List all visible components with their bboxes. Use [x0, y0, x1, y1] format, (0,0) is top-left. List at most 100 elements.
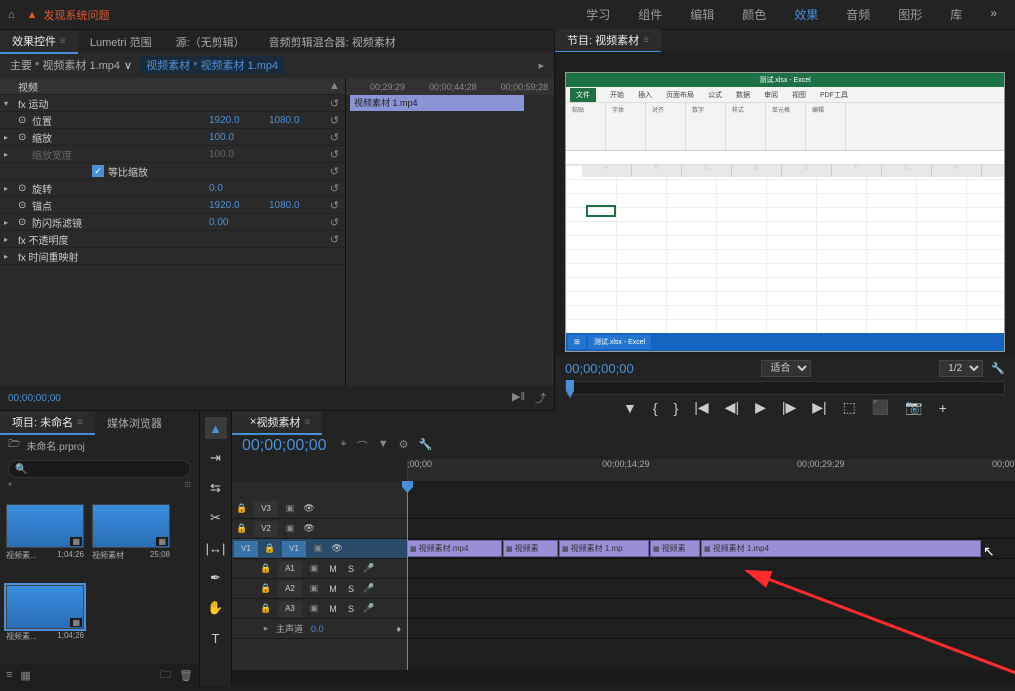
- lock-icon[interactable]: 🔒: [232, 503, 252, 514]
- fx-motion[interactable]: fx 运动: [18, 96, 329, 111]
- track-a2[interactable]: A2: [278, 581, 302, 597]
- anchor-y[interactable]: 1080.0: [269, 200, 329, 211]
- next-icon[interactable]: ▶|: [812, 399, 826, 416]
- zoom-select[interactable]: 1/2: [939, 360, 983, 377]
- reset-icon[interactable]: ↺: [329, 131, 345, 144]
- timeline-clip[interactable]: ▦视频素材.mp4: [407, 540, 502, 557]
- anchor-x[interactable]: 1920.0: [209, 200, 269, 211]
- marker-icon[interactable]: ▼: [378, 438, 389, 454]
- stopwatch-icon[interactable]: ⊙: [18, 183, 32, 194]
- timeline-tracks[interactable]: ▦视频素材.mp4 ▦视频素 ▦视频素材 1.mp ▦视频素 ▦视频素材 1.m…: [407, 481, 1015, 670]
- fit-select[interactable]: 适合: [761, 360, 811, 377]
- extract-icon[interactable]: ⬛: [872, 399, 889, 416]
- section-toggle-icon[interactable]: ▲: [329, 80, 345, 92]
- workspace-tab-edit[interactable]: 编辑: [690, 6, 714, 23]
- workspace-tab-libraries[interactable]: 库: [950, 6, 962, 23]
- type-tool-icon[interactable]: T: [205, 627, 227, 649]
- track-v1-source[interactable]: V1: [234, 541, 258, 557]
- snap-icon[interactable]: ⌖: [341, 438, 347, 454]
- mic-icon[interactable]: 🎤: [360, 603, 378, 614]
- position-x[interactable]: 1920.0: [209, 115, 269, 126]
- project-item[interactable]: ▦ 视频素...1;04;26: [6, 585, 84, 658]
- lock-icon[interactable]: 🔒: [232, 523, 252, 534]
- mic-icon[interactable]: 🎤: [360, 563, 378, 574]
- effect-timecode[interactable]: 00;00;00;00: [8, 393, 61, 404]
- link-icon[interactable]: ⌒: [357, 438, 368, 454]
- effect-clip-bar[interactable]: 视频素材 1.mp4: [350, 95, 524, 111]
- timeline-clip[interactable]: ▦视频素材 1.mp4: [701, 540, 981, 557]
- stopwatch-icon[interactable]: ⊙: [18, 132, 32, 143]
- step-fwd-icon[interactable]: |▶: [782, 399, 796, 416]
- fx-opacity[interactable]: fx 不透明度: [18, 232, 329, 247]
- fx-timeremap[interactable]: fx 时间重映射: [18, 249, 345, 264]
- tab-audio-mixer[interactable]: 音频剪辑混合器: 视频素材: [257, 30, 408, 54]
- ripple-tool-icon[interactable]: ⇆: [205, 477, 227, 499]
- program-scrubber[interactable]: [565, 381, 1005, 395]
- antiflicker-val[interactable]: 0.00: [209, 217, 269, 228]
- slip-tool-icon[interactable]: |↔|: [205, 537, 227, 559]
- tab-media-browser[interactable]: 媒体浏览器: [95, 411, 174, 435]
- timeline-playhead[interactable]: [407, 481, 408, 670]
- out-icon[interactable]: }: [674, 400, 679, 416]
- toggle-output-icon[interactable]: ▣: [280, 503, 300, 514]
- play-icon[interactable]: ▶: [755, 399, 766, 416]
- uniform-scale-checkbox[interactable]: ✓: [92, 165, 104, 177]
- settings-icon[interactable]: +: [939, 400, 947, 416]
- selection-tool-icon[interactable]: ▲: [205, 417, 227, 439]
- track-v3[interactable]: V3: [254, 501, 278, 517]
- tab-sequence[interactable]: 视频素材: [256, 414, 300, 430]
- program-timecode[interactable]: 00;00;00;00: [565, 361, 634, 376]
- timeline-ruler[interactable]: ;00;00 00;00;14;29 00;00;29;29 00;00;44;…: [407, 459, 1015, 481]
- eye-icon[interactable]: 👁: [300, 503, 318, 514]
- toggle-output-icon[interactable]: ▣: [308, 543, 328, 554]
- project-item[interactable]: ▦ 视频素...1;04;26: [6, 504, 84, 577]
- track-select-tool-icon[interactable]: ⇥: [205, 447, 227, 469]
- export-icon[interactable]: ⤴: [535, 390, 546, 406]
- timeline-scrollbar[interactable]: [232, 670, 1015, 686]
- pen-tool-icon[interactable]: ✒: [205, 567, 227, 589]
- stopwatch-icon[interactable]: ⊙: [18, 217, 32, 228]
- rotation-val[interactable]: 0.0: [209, 183, 269, 194]
- track-a1[interactable]: A1: [278, 561, 302, 577]
- prev-icon[interactable]: |◀: [694, 399, 708, 416]
- workspace-tab-audio[interactable]: 音频: [846, 6, 870, 23]
- delete-icon[interactable]: 🗑: [179, 669, 193, 682]
- mic-icon[interactable]: 🎤: [360, 583, 378, 594]
- reset-icon[interactable]: ↺: [329, 97, 345, 110]
- effect-timeline[interactable]: 00;29;29 00;00;44;28 00;00;59;28 视频素材 1.…: [345, 78, 554, 386]
- reset-icon[interactable]: ↺: [329, 182, 345, 195]
- wrench-icon[interactable]: 🔧: [991, 362, 1005, 375]
- new-bin-icon[interactable]: 🗀: [160, 666, 171, 685]
- track-v1[interactable]: V1: [282, 541, 306, 557]
- tab-program[interactable]: 节目: 视频素材: [555, 29, 661, 53]
- lock-icon[interactable]: 🔒: [256, 563, 276, 574]
- lift-icon[interactable]: ⬚: [843, 399, 856, 416]
- in-icon[interactable]: {: [653, 400, 658, 416]
- step-back-icon[interactable]: ◀|: [725, 399, 739, 416]
- tab-effect-controls[interactable]: 效果控件: [0, 30, 78, 54]
- workspace-tab-graphics[interactable]: 图形: [898, 6, 922, 23]
- icon-view-icon[interactable]: ▦: [20, 669, 30, 682]
- stopwatch-icon[interactable]: ⊙: [18, 115, 32, 126]
- workspace-tab-color[interactable]: 颜色: [742, 6, 766, 23]
- project-search[interactable]: 🔍: [8, 460, 191, 478]
- reset-icon[interactable]: ↺: [329, 114, 345, 127]
- hand-tool-icon[interactable]: ✋: [205, 597, 227, 619]
- timeline-timecode[interactable]: 00;00;00;00: [242, 437, 327, 455]
- workspace-tab-assembly[interactable]: 组件: [638, 6, 662, 23]
- master-gain[interactable]: 0.0: [311, 624, 324, 634]
- eye-icon[interactable]: 👁: [328, 543, 346, 554]
- track-v2[interactable]: V2: [254, 521, 278, 537]
- track-a3[interactable]: A3: [278, 601, 302, 617]
- stopwatch-icon[interactable]: ⊙: [18, 200, 32, 211]
- marker-icon[interactable]: ▼: [623, 400, 637, 416]
- workspace-tab-learn[interactable]: 学习: [586, 6, 610, 23]
- razor-tool-icon[interactable]: ✂: [205, 507, 227, 529]
- system-warning[interactable]: ▲ 发现系统问题: [27, 7, 110, 23]
- list-view-icon[interactable]: ≡: [6, 669, 12, 681]
- lock-icon[interactable]: 🔒: [260, 543, 280, 554]
- reset-icon[interactable]: ↺: [329, 148, 345, 161]
- position-y[interactable]: 1080.0: [269, 115, 329, 126]
- project-item[interactable]: ▦ 视频素材25;08: [92, 504, 170, 577]
- tab-project[interactable]: 项目: 未命名: [0, 411, 95, 435]
